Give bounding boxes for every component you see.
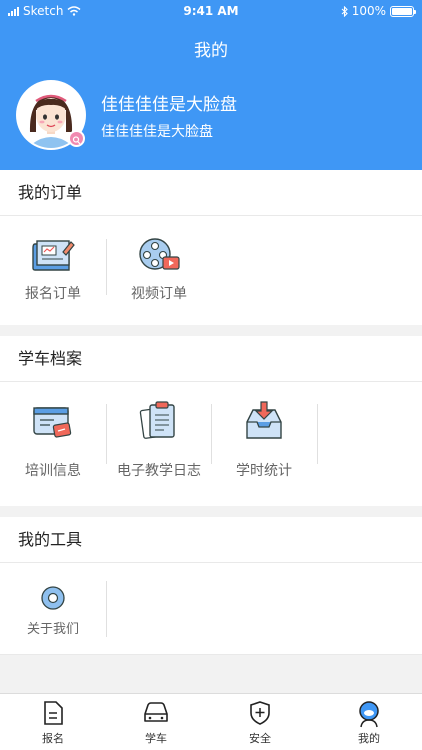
section-title: 学车档案: [0, 336, 422, 382]
video-order-label: 视频订单: [131, 286, 187, 302]
car-icon: [144, 702, 168, 722]
status-bar: Sketch 9:41 AM 100%: [0, 0, 422, 22]
study-hours-label: 学时统计: [236, 463, 292, 479]
tab-bar: 报名 学车 安全 我的: [0, 693, 422, 750]
section-title: 我的工具: [0, 517, 422, 563]
study-hours-icon: [246, 401, 282, 439]
video-order-icon: [139, 238, 180, 270]
training-info-icon: [33, 407, 72, 438]
teaching-log-item[interactable]: 电子教学日志: [106, 382, 212, 505]
tab-safety[interactable]: 安全: [207, 694, 313, 750]
profile-icon: [359, 701, 379, 728]
about-us-item[interactable]: 关于我们: [0, 563, 106, 655]
about-us-icon: [41, 586, 65, 610]
section-title: 我的订单: [0, 170, 422, 216]
training-info-item[interactable]: 培训信息: [0, 382, 106, 505]
video-order-item[interactable]: 视频订单: [106, 216, 212, 324]
records-section: 学车档案 培训信息 电子教学日志 学时统计: [0, 336, 422, 506]
tab-label: 报名: [42, 732, 64, 745]
about-us-label: 关于我们: [26, 622, 79, 637]
profile-header: Sketch 9:41 AM 100% 我的 佳佳佳佳是大脸盘 佳佳佳佳是大脸盘: [0, 0, 422, 170]
tools-section: 我的工具 关于我们: [0, 517, 422, 655]
tab-label: 安全: [249, 732, 271, 745]
enrollment-order-icon: [32, 240, 75, 271]
bluetooth-icon: [341, 5, 348, 17]
tab-learn-driving[interactable]: 学车: [103, 694, 209, 750]
divider: [106, 581, 107, 637]
teaching-log-icon: [139, 401, 175, 439]
tab-enroll[interactable]: 报名: [0, 694, 106, 750]
user-name: 佳佳佳佳是大脸盘: [101, 95, 237, 115]
battery-percent: 100%: [351, 4, 386, 18]
enrollment-order-item[interactable]: 报名订单: [0, 216, 106, 324]
study-hours-item[interactable]: 学时统计: [211, 382, 317, 505]
tab-label: 学车: [145, 732, 167, 745]
teaching-log-label: 电子教学日志: [117, 463, 201, 479]
page-title: 我的: [194, 41, 228, 61]
orders-section: 我的订单 报名订单 视频订单: [0, 170, 422, 325]
gender-badge-icon: [68, 130, 85, 147]
tab-mine[interactable]: 我的: [316, 694, 422, 750]
user-subtitle: 佳佳佳佳是大脸盘: [101, 124, 213, 140]
tab-label: 我的: [358, 732, 380, 745]
shield-icon: [250, 701, 270, 725]
divider: [317, 404, 318, 464]
training-info-label: 培训信息: [25, 463, 81, 479]
document-icon: [44, 701, 63, 725]
enrollment-order-label: 报名订单: [25, 286, 81, 302]
battery-icon: [390, 5, 416, 17]
